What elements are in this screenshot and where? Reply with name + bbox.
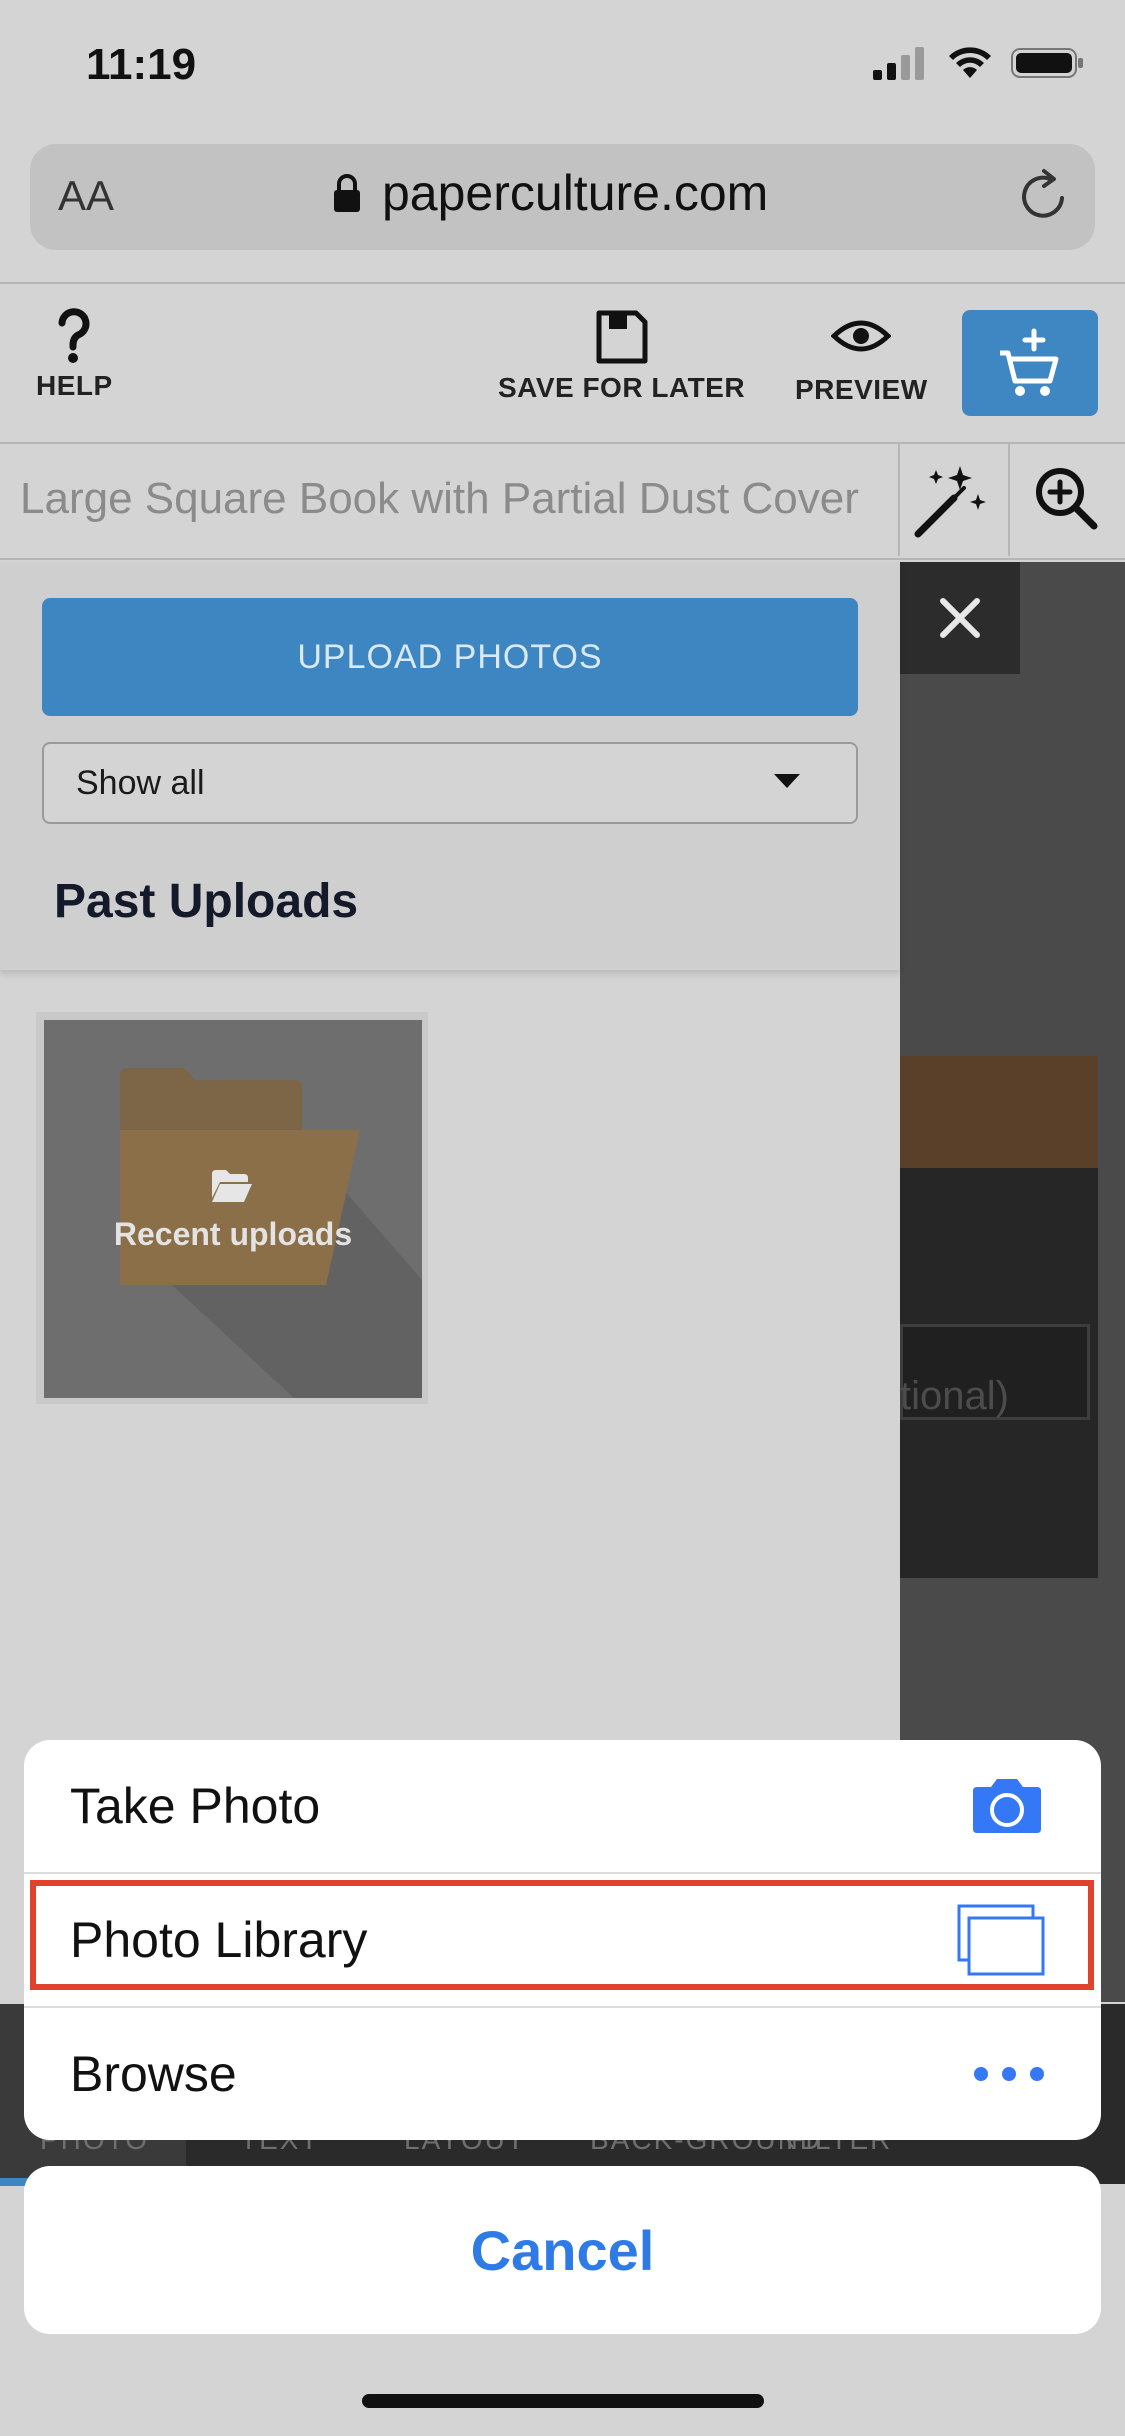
magic-wand-icon[interactable]	[910, 462, 990, 542]
lock-icon	[334, 174, 360, 212]
add-to-cart-icon	[1000, 328, 1059, 396]
product-title: Large Square Book with Partial Dust Cove…	[20, 474, 859, 523]
add-to-cart-button[interactable]	[962, 310, 1098, 416]
url-display[interactable]: paperculture.com	[332, 164, 768, 222]
canvas-photo-block	[900, 1056, 1098, 1168]
take-photo-option[interactable]: Take Photo	[24, 1740, 1101, 1872]
camera-icon	[973, 1779, 1041, 1833]
past-uploads-heading: Past Uploads	[54, 875, 359, 928]
open-folder-icon	[212, 1170, 252, 1202]
domain-text: paperculture.com	[382, 165, 769, 221]
browse-option[interactable]: Browse	[24, 2008, 1101, 2140]
recent-uploads-label: Recent uploads	[113, 1216, 353, 1252]
recent-uploads-thumbnail	[44, 1020, 422, 1398]
caret-down-icon	[774, 774, 800, 788]
take-photo-label: Take Photo	[70, 1778, 321, 1834]
battery-icon	[1011, 48, 1083, 78]
upload-photos-button[interactable]: UPLOAD PHOTOS	[42, 598, 858, 716]
save-icon	[596, 310, 648, 364]
browse-label: Browse	[70, 2046, 237, 2102]
help-button[interactable]: HELP	[36, 308, 113, 402]
eye-icon	[831, 320, 892, 352]
preview-label: PREVIEW	[795, 374, 928, 405]
cellular-signal-icon	[873, 47, 924, 80]
folder-icon	[120, 1068, 422, 1398]
divider	[0, 282, 1125, 284]
text-size-button[interactable]: AA	[58, 172, 114, 220]
wifi-icon	[949, 47, 991, 78]
divider	[0, 558, 1125, 560]
upload-filter-select[interactable]: Show all	[42, 742, 858, 824]
reload-icon[interactable]	[1016, 168, 1072, 224]
zoom-in-icon[interactable]	[1032, 464, 1100, 532]
divider	[898, 444, 900, 556]
cancel-button[interactable]: Cancel	[24, 2166, 1101, 2334]
save-label: SAVE FOR LATER	[498, 372, 746, 403]
help-label: HELP	[36, 370, 113, 401]
preview-button[interactable]: PREVIEW	[795, 314, 928, 406]
status-icons	[873, 46, 1085, 80]
home-indicator	[362, 2394, 764, 2408]
divider	[0, 442, 1125, 444]
selection-highlight	[30, 1880, 1094, 1990]
divider	[1008, 444, 1010, 556]
canvas-partial-text: tional)	[900, 1374, 1009, 1418]
status-time: 11:19	[86, 40, 197, 89]
close-panel-button[interactable]	[900, 562, 1020, 674]
save-for-later-button[interactable]: SAVE FOR LATER	[498, 308, 745, 404]
close-icon	[940, 598, 980, 638]
more-icon	[974, 2067, 1044, 2081]
question-mark-icon	[58, 308, 90, 363]
